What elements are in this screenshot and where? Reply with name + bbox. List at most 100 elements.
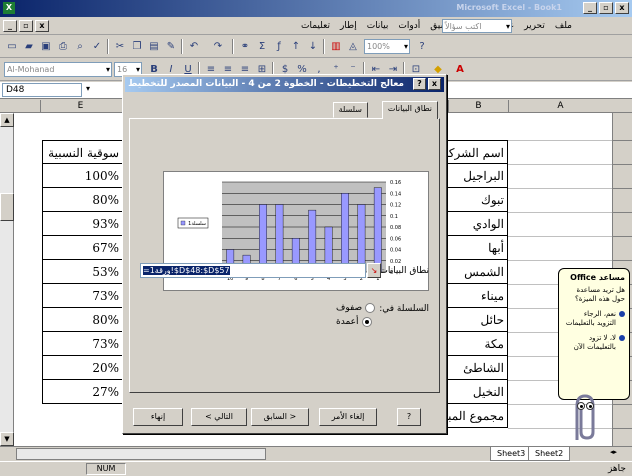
company-name-cell[interactable]: الشمس (446, 260, 508, 284)
sheet-tab-2[interactable]: Sheet2 (528, 447, 571, 461)
menu-item-7[interactable]: إطار (340, 21, 357, 31)
left-value-cell[interactable]: 80% (42, 188, 124, 212)
wizard-back-button[interactable]: < السابق (251, 408, 309, 426)
company-name-cell[interactable]: ميناء (446, 284, 508, 308)
horizontal-scrollbar[interactable] (16, 448, 266, 460)
assistant-option-yes[interactable]: نعم، الرجاء التزويد بالتعليمات (563, 310, 625, 328)
autosum-icon[interactable]: Σ (254, 39, 270, 54)
menu-item-0[interactable]: ملف (555, 21, 572, 31)
series-in-label: السلسلة في: (379, 304, 429, 314)
company-name-cell[interactable]: النخيل (446, 380, 508, 404)
sort-desc-icon[interactable]: ↓ (305, 39, 321, 54)
namebox-dropdown-icon[interactable]: ▾ (86, 84, 90, 93)
menu-bar: _ ▫ x ملفتحريرعرضإدراجتنسيقأدواتبياناتإط… (0, 18, 632, 35)
scroll-down-icon[interactable]: ▼ (0, 432, 14, 446)
doc-minimize-button[interactable]: _ (3, 20, 17, 32)
left-value-cell[interactable]: 53% (42, 260, 124, 284)
help-icon[interactable]: ? (414, 39, 430, 54)
column-header-e[interactable]: E (40, 100, 120, 113)
sheet-tab-3[interactable]: Sheet3 (490, 447, 533, 461)
menu-item-8[interactable]: تعليمات (301, 21, 330, 31)
assistant-option-no[interactable]: لا، لا تزود بالتعليمات الآن (563, 334, 625, 352)
redo-icon[interactable]: ↷ (210, 39, 226, 54)
collapse-dialog-button[interactable]: ↘ (367, 263, 381, 278)
company-name-cell[interactable]: البراجيل (446, 164, 508, 188)
chart-ytick-label: 0.02 (390, 259, 401, 265)
drawing-icon[interactable]: ◬ (345, 39, 361, 54)
scroll-up-icon[interactable]: ▲ (0, 113, 14, 127)
company-name-cell[interactable]: حائل (446, 308, 508, 332)
open-icon[interactable]: ▰ (21, 39, 37, 54)
assistant-question: هل تريد مساعدة حول هذه الميزة؟ (575, 286, 625, 303)
series-columns-radio[interactable]: أعمدة (336, 317, 372, 327)
scroll-thumb[interactable] (0, 193, 14, 221)
print-icon[interactable]: ⎙ (55, 39, 71, 54)
chart-legend-swatch (180, 220, 186, 226)
left-header-cell[interactable]: سوقية النسبية (42, 140, 124, 164)
new-icon[interactable]: ▭ (4, 39, 20, 54)
spelling-icon[interactable]: ✓ (89, 39, 105, 54)
company-name-cell[interactable]: مكة (446, 332, 508, 356)
sort-asc-icon[interactable]: ↑ (288, 39, 304, 54)
cut-icon[interactable]: ✂ (112, 39, 128, 54)
left-value-cell[interactable]: 67% (42, 236, 124, 260)
function-icon[interactable]: ƒ (271, 39, 287, 54)
doc-close-button[interactable]: x (35, 20, 49, 32)
vertical-scrollbar[interactable]: ▲ ▼ (0, 113, 14, 446)
company-name-cell[interactable]: الشاطئ (446, 356, 508, 380)
copy-icon[interactable]: ❐ (129, 39, 145, 54)
font-name-select[interactable]: Al-Mohanad (4, 62, 112, 77)
menu-item-1[interactable]: تحرير (524, 21, 545, 31)
dialog-help-button[interactable]: ? (413, 78, 426, 90)
format-painter-icon[interactable]: ✎ (163, 39, 179, 54)
company-name-cell[interactable]: أبها (446, 236, 508, 260)
wizard-finish-button[interactable]: إنهاء (133, 408, 183, 426)
chart-wizard-dialog: معالج التخطيطات - الخطوة 2 من 4 - البيان… (122, 74, 447, 434)
undo-icon[interactable]: ↶ (186, 39, 202, 54)
left-value-cell[interactable]: 20% (42, 356, 124, 380)
doc-restore-button[interactable]: ▫ (19, 20, 33, 32)
clippy-icon[interactable] (563, 392, 603, 444)
radio-rows-dot (365, 303, 376, 313)
hyperlink-icon[interactable]: ⚭ (237, 39, 253, 54)
tab-data-range[interactable]: نطاق البيانات (381, 101, 438, 119)
left-value-cell[interactable]: 73% (42, 284, 124, 308)
select-all-corner[interactable] (14, 100, 34, 113)
menu-item-6[interactable]: بيانات (367, 21, 389, 31)
wizard-cancel-button[interactable]: إلغاء الأمر (319, 408, 377, 426)
close-button[interactable]: x (615, 2, 629, 14)
minimize-button[interactable]: _ (583, 2, 597, 14)
dialog-close-button[interactable]: x (428, 78, 441, 90)
right-header-cell[interactable]: اسم الشركة (446, 140, 508, 164)
wizard-help-button[interactable]: ? (397, 408, 421, 426)
preview-icon[interactable]: ⌕ (72, 39, 88, 54)
wizard-next-button[interactable]: التالي > (191, 408, 247, 426)
chart-bar (373, 187, 382, 273)
series-rows-radio[interactable]: صفوف (336, 303, 376, 313)
data-range-input[interactable]: =ورقة1!$D$48:$D$57 (140, 263, 366, 278)
ask-question-input[interactable]: اكتب سؤالاً (442, 19, 512, 33)
company-name-cell[interactable]: تبوك (446, 188, 508, 212)
name-box[interactable]: D48 (2, 83, 82, 97)
left-value-cell[interactable]: 27% (42, 380, 124, 404)
left-value-cell[interactable]: 80% (42, 308, 124, 332)
menu-item-5[interactable]: أدوات (398, 21, 420, 31)
zoom-select[interactable]: 100% (364, 39, 410, 54)
column-header-b[interactable]: B (448, 100, 508, 113)
paste-icon[interactable]: ▤ (146, 39, 162, 54)
status-text: جاهز (607, 464, 626, 474)
chart-wizard-icon[interactable]: ▥ (328, 39, 344, 54)
chart-bar (275, 204, 284, 273)
company-name-cell[interactable]: مجموع المبيعات (446, 404, 508, 428)
font-color-icon[interactable]: A (452, 62, 468, 77)
left-value-cell[interactable]: 73% (42, 332, 124, 356)
left-value-cell[interactable]: 93% (42, 212, 124, 236)
left-value-cell[interactable]: 100% (42, 164, 124, 188)
maximize-button[interactable]: ▫ (599, 2, 613, 14)
gridline (508, 212, 612, 213)
save-icon[interactable]: ▣ (38, 39, 54, 54)
company-name-cell[interactable]: الوادي (446, 212, 508, 236)
tab-series[interactable]: سلسلة (332, 102, 368, 118)
column-header-a[interactable]: A (508, 100, 612, 113)
tab-scroll-icon[interactable]: ◂▸ (610, 448, 617, 456)
